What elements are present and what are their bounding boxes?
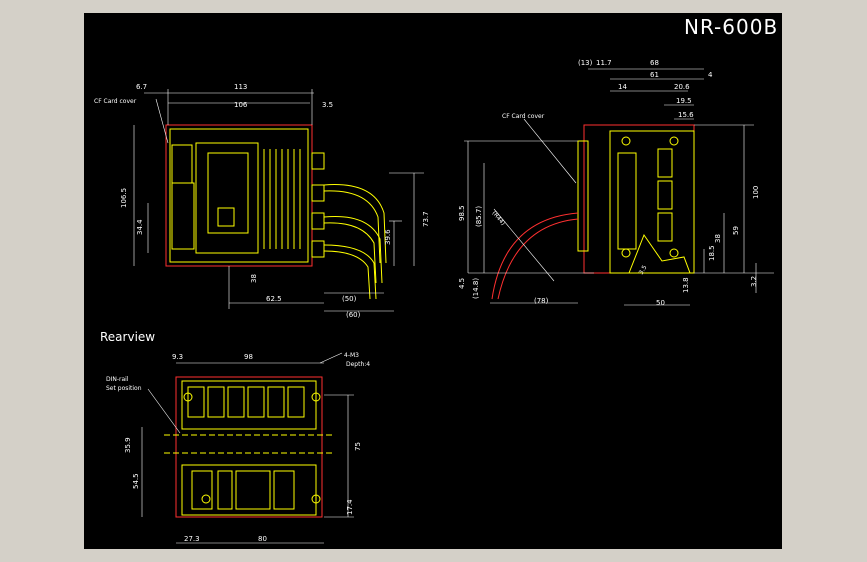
dim-85-7: (85.7): [475, 206, 483, 227]
rear-depth-note: Depth:4: [346, 361, 370, 368]
dim-34-4: 34.4: [136, 219, 144, 235]
dim-78: (78): [534, 297, 549, 305]
dim-3-2: 3.2: [750, 276, 758, 287]
dim-54-5: 54.5: [132, 473, 140, 489]
rearview-label: Rearview: [100, 330, 156, 344]
dim-4: 4: [708, 71, 713, 79]
dim-98: 98: [244, 353, 253, 361]
dim-35-9: 35.9: [124, 437, 132, 453]
dim-18-5: 18.5: [708, 245, 716, 261]
front-inner-outline: [169, 128, 309, 263]
dim-19-5: 19.5: [676, 97, 692, 105]
dim-11-7: 11.7: [596, 59, 612, 67]
front-left-panel: [171, 182, 195, 250]
dim-106: 106: [234, 101, 248, 109]
front-lamp: [217, 207, 235, 227]
dim-15-6: 15.6: [678, 111, 694, 119]
dim-62-5: 62.5: [266, 295, 282, 303]
front-display-window: [207, 152, 249, 234]
front-view: 6.7 113 106 3.5 CF Card cover 106.5 34.4…: [94, 83, 430, 319]
front-dimension-lines: [133, 89, 424, 312]
rear-hole-note: 4-M3: [344, 352, 359, 359]
dim-3-5: 3.5: [322, 101, 333, 109]
technical-drawing: 6.7 113 106 3.5 CF Card cover 106.5 34.4…: [94, 59, 774, 544]
dim-14: 14: [618, 83, 627, 91]
dim-73-7: 73.7: [422, 211, 430, 227]
dim-61: 61: [650, 71, 659, 79]
rear-set-position-note: Set position: [106, 385, 142, 392]
dim-3-5-small: 3.5: [638, 264, 649, 276]
dim-59: 59: [732, 226, 740, 235]
dim-20-6: 20.6: [674, 83, 690, 91]
dim-17-4: 17.4: [346, 499, 354, 515]
dim-113: 113: [234, 83, 247, 91]
dim-60: (60): [346, 311, 361, 319]
dim-14-8: (14.8): [472, 278, 480, 299]
dim-6-7: 6.7: [136, 83, 147, 91]
dim-50: (50): [342, 295, 357, 303]
side-cf-card-note: CF Card cover: [502, 113, 545, 120]
heat-sink-fins: [263, 149, 301, 249]
side-view: CF Card cover (R44) (13) 11.7 68 61 4 14…: [458, 59, 774, 307]
dim-38: 38: [250, 274, 258, 283]
side-terminals: [617, 136, 679, 258]
rear-housing-outline: [175, 376, 323, 518]
dim-13: (13): [578, 59, 593, 67]
rear-view: 9.3 98 4-M3 Depth:4 DIN-rail Set positio…: [106, 352, 370, 544]
dim-9-3: 9.3: [172, 353, 183, 361]
front-housing-outline: [165, 124, 313, 267]
drawing-canvas: 6.7 113 106 3.5 CF Card cover 106.5 34.4…: [84, 13, 782, 549]
dim-38-side: 38: [714, 234, 722, 243]
front-connectors: [311, 152, 325, 258]
cf-card-slot: [171, 144, 193, 184]
dim-68: 68: [650, 59, 659, 67]
rear-upper-terminals: [181, 380, 317, 430]
side-front-panel: [577, 140, 589, 252]
dim-13-8: 13.8: [682, 277, 690, 293]
dim-4-5: 4.5: [458, 278, 466, 289]
side-radius: (R44): [490, 210, 506, 227]
front-display-module: [195, 142, 259, 254]
front-cf-card-note: CF Card cover: [94, 98, 137, 105]
rear-lower-terminals: [181, 464, 317, 516]
dim-75: 75: [354, 442, 362, 451]
side-cable-bend: [491, 212, 579, 300]
dim-80: 80: [258, 535, 267, 543]
rear-din-note: DIN-rail: [106, 376, 129, 383]
side-dimension-lines: [464, 68, 774, 306]
dim-100: 100: [752, 186, 760, 199]
dim-27-3: 27.3: [184, 535, 200, 543]
dim-106-5: 106.5: [120, 188, 128, 208]
front-cables: [323, 184, 387, 300]
rear-terminal-blocks: [187, 386, 305, 510]
drawing-title: NR-600B: [684, 15, 779, 39]
dim-50-side: 50: [656, 299, 665, 307]
dim-39-6: 39.6: [384, 229, 392, 245]
dim-98-5: 98.5: [458, 205, 466, 221]
